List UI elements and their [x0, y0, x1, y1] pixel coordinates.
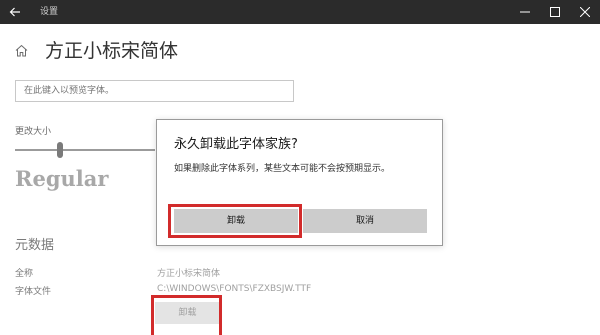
back-button[interactable] — [0, 0, 30, 24]
minimize-icon — [520, 11, 530, 13]
title-bar: 设置 — [0, 0, 600, 24]
back-arrow-icon — [9, 7, 20, 17]
highlight-box — [168, 204, 302, 238]
font-file-label: 字体文件 — [15, 287, 52, 297]
fullname-label: 全称 — [15, 269, 34, 279]
settings-window: 设置 方正小标宋简体 更改大小 Regular 元数据 全称 方正小标宋简体 字… — [0, 0, 600, 335]
maximize-icon — [550, 7, 560, 17]
home-icon[interactable] — [15, 44, 28, 57]
maximize-button[interactable] — [540, 0, 570, 24]
fullname-value: 方正小标宋简体 — [157, 269, 221, 279]
highlight-box — [151, 295, 222, 335]
window-controls — [510, 0, 600, 24]
preview-text-input[interactable] — [15, 80, 294, 102]
font-preview-text: Regular — [15, 166, 109, 191]
close-icon — [580, 7, 590, 17]
window-title: 设置 — [40, 7, 59, 17]
size-slider-track[interactable] — [15, 149, 155, 151]
page-title: 方正小标宋简体 — [45, 40, 179, 62]
font-file-value: C:\WINDOWS\FONTS\FZXBSJW.TTF — [157, 284, 312, 294]
dialog-cancel-button[interactable]: 取消 — [303, 209, 427, 233]
dialog-message: 如果删除此字体系列，某些文本可能不会按预期显示。 — [174, 164, 391, 174]
size-slider-thumb[interactable] — [56, 142, 63, 158]
confirm-dialog: 永久卸载此字体家族? 如果删除此字体系列，某些文本可能不会按预期显示。 卸载 取… — [156, 119, 443, 246]
close-button[interactable] — [570, 0, 600, 24]
size-label: 更改大小 — [15, 127, 52, 137]
minimize-button[interactable] — [510, 0, 540, 24]
dialog-title: 永久卸载此字体家族? — [174, 137, 298, 152]
metadata-heading: 元数据 — [15, 238, 55, 253]
